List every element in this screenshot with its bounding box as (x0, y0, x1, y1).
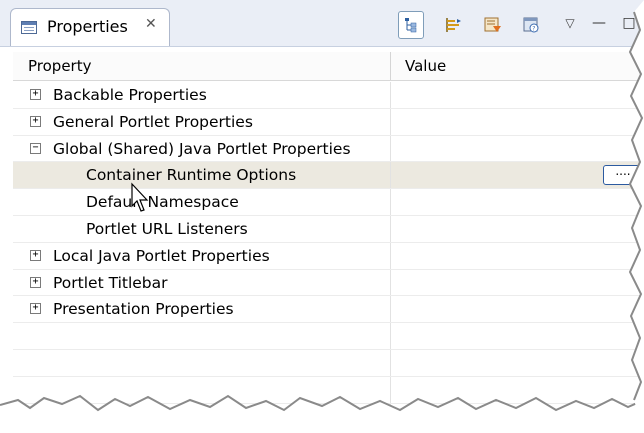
tree-row-local-java-portlet-properties[interactable]: + Local Java Portlet Properties (13, 242, 644, 270)
categories-icon (446, 18, 461, 32)
maximize-button[interactable]: □ (616, 9, 642, 37)
row-label: Container Runtime Options (86, 166, 297, 185)
empty-row (13, 323, 644, 350)
tree-row-container-runtime-options[interactable]: Container Runtime Options .... (13, 162, 644, 190)
view-menu-button[interactable]: ▽ (557, 9, 583, 37)
column-divider (390, 189, 391, 215)
row-label: Backable Properties (53, 86, 207, 104)
mouse-pointer-icon (131, 182, 149, 212)
column-divider (390, 349, 391, 376)
tree-row-general-portlet-properties[interactable]: + General Portlet Properties (13, 108, 644, 136)
tab-title: Properties (47, 17, 128, 36)
edit-value-button[interactable]: .... (603, 165, 643, 186)
minimize-button[interactable]: — (586, 9, 612, 37)
show-categories-button[interactable] (398, 11, 424, 39)
row-label: General Portlet Properties (53, 112, 253, 131)
show-advanced-button[interactable] (441, 11, 467, 39)
view-tab-bar: Properties ✕ ? ▽ — □ (0, 0, 644, 47)
row-label: Portlet URL Listeners (86, 219, 248, 238)
row-label: Local Java Portlet Properties (53, 246, 270, 265)
column-divider (390, 296, 391, 323)
column-divider (390, 403, 391, 430)
maximize-icon: □ (622, 15, 636, 31)
expand-icon[interactable]: + (30, 276, 41, 288)
column-divider (390, 82, 391, 108)
empty-row (13, 349, 644, 377)
expand-icon[interactable]: + (30, 249, 41, 261)
properties-view: Properties ✕ ? ▽ — □ Property Value + Ba… (0, 0, 644, 433)
tree-row-portlet-url-listeners[interactable]: Portlet URL Listeners (13, 215, 644, 243)
column-divider (390, 135, 391, 162)
minimize-icon: — (592, 15, 606, 31)
filter-icon (484, 17, 501, 32)
close-icon[interactable]: ✕ (145, 16, 157, 32)
properties-tab[interactable]: Properties ✕ (10, 8, 170, 46)
column-header-value[interactable]: Value (405, 57, 446, 75)
collapse-icon[interactable]: − (30, 142, 41, 154)
empty-row (13, 376, 644, 404)
row-label: Presentation Properties (53, 300, 234, 319)
column-divider (390, 162, 391, 189)
restore-default-button[interactable]: ? (519, 11, 545, 39)
row-label: Portlet Titlebar (53, 273, 168, 292)
column-divider (390, 269, 391, 296)
tree-row-default-namespace[interactable]: Default Namespace (13, 189, 644, 216)
tree-row-presentation-properties[interactable]: + Presentation Properties (13, 296, 644, 324)
expand-icon[interactable]: + (30, 303, 41, 315)
tree-icon (405, 18, 417, 33)
property-tree: + Backable Properties + General Portlet … (13, 82, 644, 431)
column-divider[interactable] (390, 52, 391, 80)
expand-icon[interactable]: + (30, 115, 41, 127)
tree-row-portlet-titlebar[interactable]: + Portlet Titlebar (13, 269, 644, 297)
filter-button[interactable] (480, 11, 506, 39)
column-divider (390, 242, 391, 269)
table-header: Property Value (13, 52, 644, 81)
row-label: Default Namespace (86, 193, 239, 212)
restore-icon: ? (523, 17, 539, 33)
properties-icon (21, 21, 37, 34)
chevron-down-icon: ▽ (565, 16, 575, 30)
column-header-property[interactable]: Property (28, 57, 91, 75)
svg-text:?: ? (532, 26, 535, 33)
tree-row-backable-properties[interactable]: + Backable Properties (13, 82, 644, 109)
column-divider (390, 376, 391, 403)
row-label: Global (Shared) Java Portlet Properties (53, 139, 351, 158)
tree-row-global-shared-java-portlet-properties[interactable]: − Global (Shared) Java Portlet Propertie… (13, 135, 644, 163)
column-divider (390, 215, 391, 242)
column-divider (390, 323, 391, 349)
expand-icon[interactable]: + (30, 89, 41, 100)
empty-row (13, 403, 644, 431)
column-divider (390, 108, 391, 135)
